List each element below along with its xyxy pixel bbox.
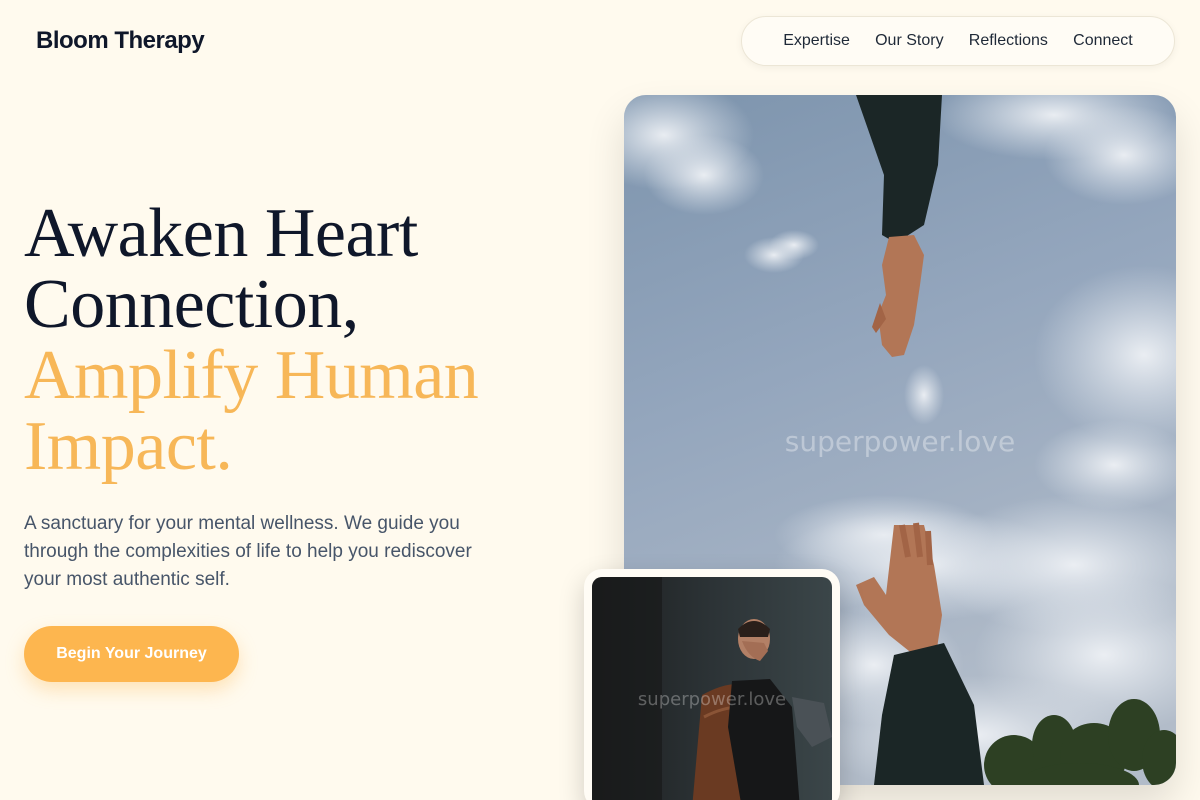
man-in-chair-illustration: superpower.love [592, 577, 832, 800]
hero-description: A sanctuary for your mental wellness. We… [24, 513, 472, 590]
nav-item-reflections[interactable]: Reflections [969, 32, 1048, 50]
watermark-main: superpower.love [785, 425, 1015, 458]
hero-headline: Awaken Heart Connection, Amplify Human I… [24, 198, 584, 482]
headline-accent: Amplify Human Impact. [24, 337, 479, 485]
nav-item-connect[interactable]: Connect [1073, 32, 1133, 50]
nav-item-expertise[interactable]: Expertise [783, 32, 850, 50]
nav-item-our-story[interactable]: Our Story [875, 32, 943, 50]
thumbnail-image-man-in-chair: superpower.love [592, 577, 832, 800]
begin-journey-button[interactable]: Begin Your Journey [24, 626, 239, 682]
thumbnail-card: superpower.love [584, 569, 840, 800]
main-nav: Expertise Our Story Reflections Connect [741, 16, 1175, 66]
headline-primary: Awaken Heart Connection, [24, 195, 418, 343]
brand-logo[interactable]: Bloom Therapy [36, 27, 205, 55]
watermark-thumb: superpower.love [638, 689, 786, 710]
